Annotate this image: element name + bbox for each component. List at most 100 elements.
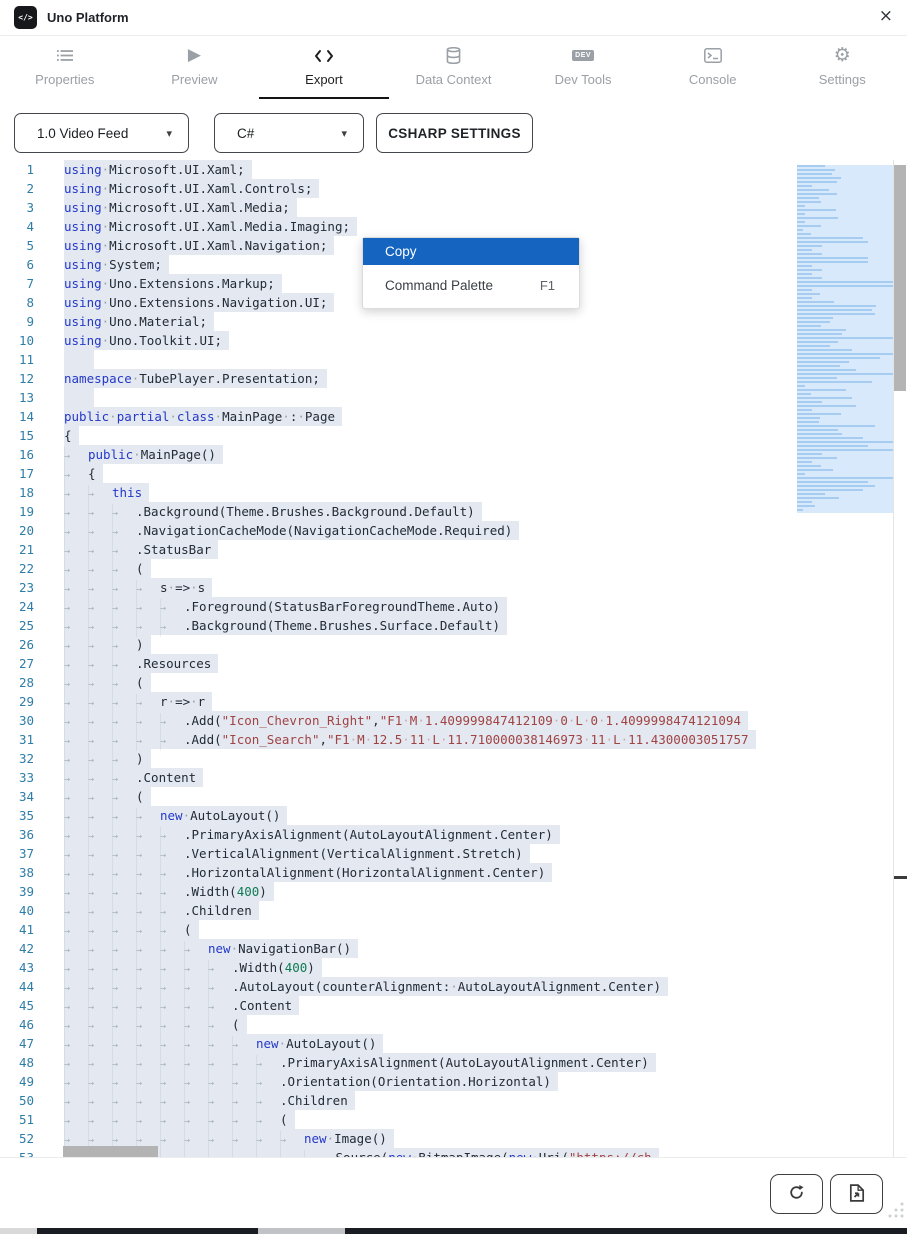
minimap-line: [797, 401, 822, 403]
tab-properties[interactable]: Properties: [0, 36, 130, 99]
minimap-line: [797, 293, 820, 295]
code-line: 19→→→.Background(Theme.Brushes.Backgroun…: [0, 502, 790, 521]
tab-marker: →: [64, 941, 88, 960]
tab-preview[interactable]: ▶Preview: [130, 36, 260, 99]
tab-marker: →: [112, 922, 136, 941]
tab-data-context[interactable]: Data Context: [389, 36, 519, 99]
minimap-line: [797, 301, 834, 303]
tab-marker: →: [64, 865, 88, 884]
tab-marker: →: [88, 903, 112, 922]
tab-settings[interactable]: ⚙Settings: [777, 36, 907, 99]
tab-marker: →: [112, 979, 136, 998]
language-dropdown[interactable]: C# ▾: [214, 113, 364, 153]
minimap-line: [797, 205, 805, 207]
close-icon[interactable]: ×: [879, 6, 893, 26]
export-file-button[interactable]: [830, 1174, 883, 1214]
tab-marker: →: [112, 1055, 136, 1074]
line-number: 25: [0, 616, 46, 635]
code-text: using·Uno.Toolkit.UI;: [64, 331, 229, 350]
feed-dropdown[interactable]: 1.0 Video Feed ▾: [14, 113, 189, 153]
menu-item-command-palette[interactable]: Command PaletteF1: [363, 265, 579, 305]
tab-marker: →: [64, 922, 88, 941]
terminal-icon: [704, 47, 722, 65]
tab-marker: →: [64, 713, 88, 732]
line-number: 35: [0, 806, 46, 825]
line-number: 2: [0, 179, 46, 198]
tab-marker: →: [160, 960, 184, 979]
taskbar-segment: [345, 1228, 907, 1234]
code-text: →→→.StatusBar: [64, 540, 218, 559]
line-number: 8: [0, 293, 46, 312]
code-line: 2using·Microsoft.UI.Xaml.Controls;: [0, 179, 790, 198]
tab-marker: →: [136, 979, 160, 998]
line-number: 20: [0, 521, 46, 540]
tab-marker: →: [88, 713, 112, 732]
tab-marker: →: [112, 865, 136, 884]
tab-marker: →: [64, 960, 88, 979]
line-number: 14: [0, 407, 46, 426]
minimap-line: [797, 277, 822, 279]
line-number: 48: [0, 1053, 46, 1072]
tab-marker: →: [184, 941, 208, 960]
tab-dev-tools[interactable]: DEVDev Tools: [518, 36, 648, 99]
tab-marker: →: [256, 1055, 280, 1074]
tab-marker: →: [112, 1017, 136, 1036]
minimap-line: [797, 477, 893, 479]
tab-export[interactable]: Export: [259, 36, 389, 99]
minimap-line: [797, 369, 856, 371]
tab-marker: →: [136, 1036, 160, 1055]
tab-marker: →: [64, 637, 88, 656]
tab-marker: →: [184, 1017, 208, 1036]
tab-marker: →: [208, 979, 232, 998]
tab-console[interactable]: Console: [648, 36, 778, 99]
tab-marker: →: [160, 1131, 184, 1150]
code-line: 34→→→(: [0, 787, 790, 806]
tab-label: Console: [689, 72, 737, 87]
minimap-line: [797, 365, 840, 367]
minimap[interactable]: [797, 165, 893, 513]
code-text: using·Microsoft.UI.Xaml;: [64, 160, 252, 179]
code-line: 44→→→→→→→.AutoLayout(counterAlignment:·A…: [0, 977, 790, 996]
tab-marker: →: [112, 770, 136, 789]
line-number: 43: [0, 958, 46, 977]
minimap-line: [797, 317, 833, 319]
refresh-button[interactable]: [770, 1174, 823, 1214]
code-line: 11: [0, 350, 790, 369]
scrollbar-mark: [894, 876, 907, 879]
csharp-settings-button[interactable]: CSHARP SETTINGS: [376, 113, 533, 153]
tab-marker: →: [88, 561, 112, 580]
code-line: 25→→→→→.Background(Theme.Brushes.Surface…: [0, 616, 790, 635]
horizontal-scrollbar-thumb[interactable]: [63, 1146, 158, 1157]
code-text: →→→.NavigationCacheMode(NavigationCacheM…: [64, 521, 519, 540]
minimap-line: [797, 237, 863, 239]
tab-marker: →: [136, 903, 160, 922]
code-line: 1using·Microsoft.UI.Xaml;: [0, 160, 790, 179]
tab-marker: →: [88, 542, 112, 561]
tab-marker: →: [232, 1093, 256, 1112]
menu-item-copy[interactable]: Copy: [363, 238, 579, 265]
tab-marker: →: [136, 732, 160, 751]
code-text: using·Uno.Material;: [64, 312, 214, 331]
code-text: →→→→→→→(: [64, 1015, 247, 1034]
tab-marker: →: [112, 1112, 136, 1131]
line-number: 40: [0, 901, 46, 920]
chevron-down-icon: ▾: [341, 127, 347, 140]
tab-marker: →: [88, 808, 112, 827]
code-line: 9using·Uno.Material;: [0, 312, 790, 331]
minimap-line: [797, 425, 875, 427]
line-number: 4: [0, 217, 46, 236]
line-number: 46: [0, 1015, 46, 1034]
minimap-line: [797, 257, 868, 259]
line-number: 17: [0, 464, 46, 483]
code-line: 26→→→): [0, 635, 790, 654]
code-editor[interactable]: 1using·Microsoft.UI.Xaml;2using·Microsof…: [0, 160, 790, 1157]
tab-marker: →: [160, 1112, 184, 1131]
vertical-scrollbar-thumb[interactable]: [894, 165, 906, 391]
tab-marker: →: [88, 580, 112, 599]
code-text: namespace·TubePlayer.Presentation;: [64, 369, 327, 388]
resize-grip-icon[interactable]: [884, 1198, 906, 1225]
code-text: →→→→→→→→→(: [64, 1110, 295, 1129]
tab-marker: →: [136, 1017, 160, 1036]
minimap-line: [797, 177, 841, 179]
code-text: →→→(: [64, 559, 151, 578]
